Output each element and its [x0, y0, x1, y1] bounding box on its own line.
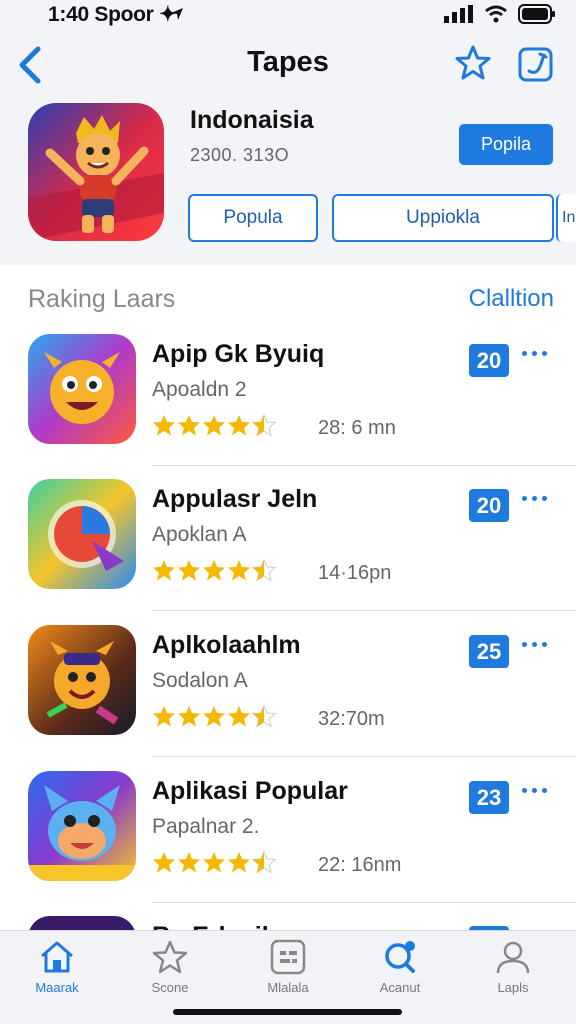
more-options-icon[interactable] — [522, 783, 554, 797]
search-icon — [385, 941, 415, 973]
featured-app-name: Indonaisia — [190, 106, 314, 134]
status-icons — [171, 4, 556, 24]
section-link[interactable]: Clalltion — [469, 285, 554, 313]
person-icon — [496, 941, 530, 974]
featured-app-icon[interactable] — [28, 103, 164, 241]
star-icon — [228, 706, 250, 727]
star-icon — [203, 415, 225, 436]
divider — [152, 902, 576, 903]
star-icon — [153, 852, 175, 873]
star-icon — [178, 560, 200, 581]
app-subtitle: Apoaldn 2 — [152, 378, 247, 401]
star-icon — [203, 852, 225, 873]
star-icon — [178, 852, 200, 873]
star-icon — [153, 415, 175, 436]
monster-face-icon — [28, 334, 136, 444]
tab-home[interactable]: Maarak — [12, 939, 102, 999]
tag-popular-button[interactable]: Popula — [188, 194, 318, 242]
tab-search[interactable]: Acanut — [355, 939, 445, 999]
half-star-icon — [252, 705, 276, 727]
star-rating — [152, 414, 276, 436]
star-icon — [152, 940, 188, 974]
color-wheel-icon — [28, 479, 136, 589]
tab-media[interactable]: Mlalala — [243, 939, 333, 999]
section-title: Raking Laars — [28, 285, 176, 313]
star-icon — [153, 560, 175, 581]
star-icon — [153, 706, 175, 727]
divider — [152, 610, 576, 611]
half-star-icon — [252, 559, 276, 581]
app-time: 28: 6 mn — [318, 417, 396, 439]
signal-icon — [444, 5, 473, 23]
home-indicator[interactable] — [173, 1009, 402, 1015]
star-rating — [152, 559, 276, 581]
half-star-icon — [252, 851, 276, 873]
tab-profile[interactable]: Lapls — [468, 939, 558, 999]
tab-favorites[interactable]: Scone — [125, 939, 215, 999]
tab-label: Maarak — [35, 980, 79, 995]
rank-badge: 23 — [469, 781, 509, 814]
tab-label: Lapls — [497, 980, 529, 995]
list-item[interactable]: Appulasr Jeln Apoklan A 14·16pn 20 — [0, 479, 576, 625]
more-options-icon[interactable] — [522, 637, 554, 651]
star-icon — [178, 706, 200, 727]
half-star-icon — [252, 414, 276, 436]
divider — [152, 756, 576, 757]
tag-overflow-button[interactable]: In — [556, 194, 576, 242]
divider — [152, 465, 576, 466]
battery-icon — [518, 4, 555, 24]
mascot-icon — [28, 103, 164, 241]
purple-app-icon — [28, 916, 136, 930]
list-item[interactable]: Ru Erlenily — [0, 916, 576, 930]
home-icon — [41, 941, 73, 973]
star-rating — [152, 851, 276, 873]
list-item[interactable]: Aplkolaahlm Sodalon A 32:70m 25 — [0, 625, 576, 771]
blue-creature-icon — [28, 771, 136, 881]
app-subtitle: Apoklan A — [152, 523, 247, 546]
more-options-icon[interactable] — [522, 491, 554, 505]
status-time: 1:40 Spoor ✦ — [48, 3, 177, 26]
app-name: Aplkolaahlm — [152, 631, 301, 659]
tag-upload-button[interactable]: Uppiokla — [332, 194, 554, 242]
more-options-icon[interactable] — [522, 346, 554, 360]
list-item[interactable]: Aplikasi Popular Papalnar 2. 22: 16nm 23 — [0, 771, 576, 917]
rank-badge: 25 — [469, 635, 509, 668]
tab-label: Acanut — [379, 980, 421, 995]
rank-badge: 20 — [469, 344, 509, 377]
app-time: 22: 16nm — [318, 854, 402, 876]
star-rating — [152, 705, 276, 727]
star-icon — [203, 560, 225, 581]
location-icon — [171, 8, 183, 20]
app-subtitle: Papalnar 2. — [152, 815, 260, 838]
featured-app-subtitle: 2300. 313O — [190, 145, 290, 165]
list-item[interactable]: Apip Gk Byuiq Apoaldn 2 28: 6 mn 20 — [0, 334, 576, 480]
tab-label: Mlalala — [267, 980, 309, 995]
status-bar: 1:40 Spoor ✦ — [0, 0, 576, 30]
star-icon — [228, 415, 250, 436]
star-icon — [203, 706, 225, 727]
app-name: Appulasr Jeln — [152, 485, 318, 513]
app-subtitle: Sodalon A — [152, 669, 248, 692]
app-name: Aplikasi Popular — [152, 777, 348, 805]
wifi-icon — [485, 5, 507, 23]
app-name: Apip Gk Byuiq — [152, 340, 325, 368]
app-time: 32:70m — [318, 708, 385, 730]
star-icon — [228, 852, 250, 873]
star-icon — [178, 415, 200, 436]
grid-icon — [270, 939, 306, 975]
tab-label: Scone — [151, 980, 189, 995]
app-time: 14·16pn — [318, 562, 392, 584]
featured-primary-button[interactable]: Popila — [459, 124, 553, 165]
star-icon — [228, 560, 250, 581]
rank-badge: 20 — [469, 489, 509, 522]
app-name: Ru Erlenily — [152, 922, 283, 930]
sun-creature-icon — [28, 625, 136, 735]
favorite-star-icon[interactable] — [454, 44, 492, 82]
edit-icon[interactable] — [517, 46, 554, 83]
